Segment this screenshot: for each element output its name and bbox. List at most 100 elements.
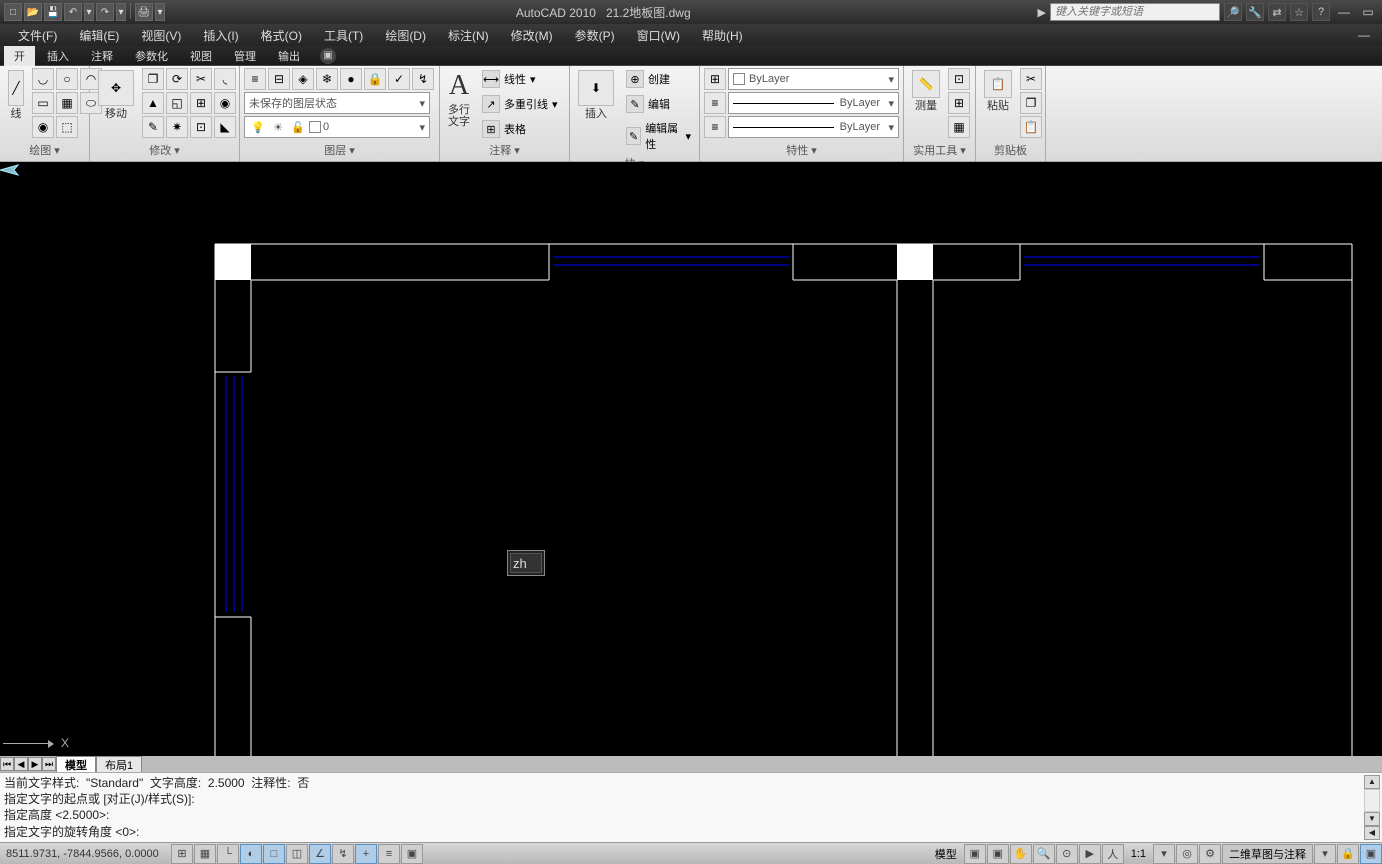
menu-tools[interactable]: 工具(T)	[314, 25, 373, 46]
layer-prop-icon[interactable]: ≡	[244, 68, 266, 90]
save-icon[interactable]: 💾	[44, 3, 62, 21]
panel-utilities-title[interactable]: 实用工具 ▾	[908, 141, 971, 159]
tab-scroll-first-icon[interactable]: ⏮	[0, 757, 14, 771]
workspace-dropdown-icon[interactable]: ▾	[1314, 844, 1336, 864]
menu-window[interactable]: 窗口(W)	[627, 25, 690, 46]
block-edit-button[interactable]: ✎编辑	[622, 93, 695, 115]
menu-format[interactable]: 格式(O)	[251, 25, 312, 46]
calc-icon[interactable]: ▦	[948, 116, 970, 138]
print-icon[interactable]: 🖨	[135, 3, 153, 21]
steering-wheel-icon[interactable]: ⊙	[1056, 844, 1078, 864]
mirror-icon[interactable]: ▲	[142, 92, 164, 114]
layer-lock-icon[interactable]: 🔒	[364, 68, 386, 90]
new-file-icon[interactable]: □	[4, 3, 22, 21]
menu-help[interactable]: 帮助(H)	[692, 25, 753, 46]
trim-icon[interactable]: ✂	[190, 68, 212, 90]
linear-dim-button[interactable]: ⟷线性 ▾	[478, 68, 562, 90]
qp-icon[interactable]: ▣	[401, 844, 423, 864]
panel-layers-title[interactable]: 图层 ▾	[244, 141, 435, 159]
annoautoscale-icon[interactable]: ⚙	[1199, 844, 1221, 864]
redo-icon[interactable]: ↷	[96, 3, 114, 21]
clean-screen-icon[interactable]: ▣	[1360, 844, 1382, 864]
drawing-area[interactable]: X	[0, 162, 1382, 756]
menu-dim[interactable]: 标注(N)	[438, 25, 499, 46]
layer-off-icon[interactable]: ●	[340, 68, 362, 90]
array-icon[interactable]: ⊞	[190, 92, 212, 114]
layer-match-icon[interactable]: ↯	[412, 68, 434, 90]
lineweight-icon[interactable]: ≡	[704, 92, 726, 114]
qat-customize-icon[interactable]: ▾	[155, 3, 165, 21]
lwt-icon[interactable]: ≡	[378, 844, 400, 864]
select-all-icon[interactable]: ⊡	[948, 68, 970, 90]
erase-icon[interactable]: ✎	[142, 116, 164, 138]
dyn-icon[interactable]: +	[355, 844, 377, 864]
menu-edit[interactable]: 编辑(E)	[69, 25, 129, 46]
layer-make-current-icon[interactable]: ✓	[388, 68, 410, 90]
rotate-icon[interactable]: ⟳	[166, 68, 188, 90]
ribbon-tab-insert[interactable]: 插入	[37, 46, 79, 66]
menu-modify[interactable]: 修改(M)	[501, 25, 563, 46]
scroll-up-icon[interactable]: ▲	[1364, 775, 1380, 789]
scroll-track[interactable]	[1364, 789, 1380, 812]
tab-scroll-prev-icon[interactable]: ◀	[14, 757, 28, 771]
search-input[interactable]	[1050, 3, 1220, 21]
panel-modify-title[interactable]: 修改 ▾	[94, 141, 235, 159]
fillet-icon[interactable]: ◟	[214, 68, 236, 90]
table-button[interactable]: ⊞表格	[478, 118, 562, 140]
hatch-icon[interactable]: ▦	[56, 92, 78, 114]
minimize-button[interactable]: —	[1334, 3, 1354, 21]
stretch-icon[interactable]: ⊡	[190, 116, 212, 138]
cut-icon[interactable]: ✂	[1020, 68, 1042, 90]
quickview-layouts-icon[interactable]: ▣	[964, 844, 986, 864]
open-file-icon[interactable]: 📂	[24, 3, 42, 21]
match-props-icon[interactable]: ⊞	[704, 68, 726, 90]
menu-draw[interactable]: 绘图(D)	[375, 25, 436, 46]
layer-states-icon[interactable]: ⊟	[268, 68, 290, 90]
menu-view[interactable]: 视图(V)	[131, 25, 191, 46]
otrack-icon[interactable]: ∠	[309, 844, 331, 864]
panel-draw-title[interactable]: 绘图 ▾	[4, 141, 85, 159]
snap-mode-icon[interactable]: ⊞	[171, 844, 193, 864]
quick-select-icon[interactable]: ⊞	[948, 92, 970, 114]
ribbon-help-icon[interactable]: ▣	[320, 48, 336, 64]
menu-param[interactable]: 参数(P)	[565, 25, 625, 46]
undo-icon[interactable]: ↶	[64, 3, 82, 21]
mtext-button[interactable]: A 多行 文字	[444, 68, 474, 130]
annovisibility-icon[interactable]: ◎	[1176, 844, 1198, 864]
circle-icon[interactable]: ○	[56, 68, 78, 90]
tab-layout1[interactable]: 布局1	[96, 756, 142, 773]
menu-file[interactable]: 文件(F)	[8, 25, 67, 46]
copy-clip-icon[interactable]: ❐	[1020, 92, 1042, 114]
osnap-icon[interactable]: □	[263, 844, 285, 864]
wrench-icon[interactable]: 🔧	[1246, 3, 1264, 21]
copy-icon[interactable]: ❐	[142, 68, 164, 90]
insert-block-button[interactable]: ⬇ 插入	[574, 68, 618, 122]
toolbar-lock-icon[interactable]: 🔒	[1337, 844, 1359, 864]
binoculars-icon[interactable]: 🔎	[1224, 3, 1242, 21]
panel-props-title[interactable]: 特性 ▾	[704, 141, 899, 159]
ribbon-tab-parametric[interactable]: 参数化	[125, 46, 178, 66]
redo-dropdown-icon[interactable]: ▾	[116, 3, 126, 21]
ducs-icon[interactable]: ↯	[332, 844, 354, 864]
tab-model[interactable]: 模型	[56, 756, 96, 773]
doc-minimize-icon[interactable]: —	[1354, 26, 1374, 44]
move-button[interactable]: ✥ 移动	[94, 68, 138, 122]
menu-insert[interactable]: 插入(I)	[193, 25, 248, 46]
ribbon-tab-annotate[interactable]: 注释	[81, 46, 123, 66]
undo-dropdown-icon[interactable]: ▾	[84, 3, 94, 21]
explode-icon[interactable]: ✷	[166, 116, 188, 138]
block-create-button[interactable]: ⊕创建	[622, 68, 695, 90]
panel-clipboard-title[interactable]: 剪贴板	[980, 141, 1041, 159]
ortho-icon[interactable]: └	[217, 844, 239, 864]
layer-iso-icon[interactable]: ◈	[292, 68, 314, 90]
ribbon-tab-manage[interactable]: 管理	[224, 46, 266, 66]
mleader-button[interactable]: ↗多重引线 ▾	[478, 93, 562, 115]
zoom-icon[interactable]: 🔍	[1033, 844, 1055, 864]
model-space-label[interactable]: 模型	[929, 846, 963, 862]
ribbon-tab-home[interactable]: 开	[4, 46, 35, 66]
scroll-down-icon[interactable]: ▼	[1364, 812, 1380, 826]
star-icon[interactable]: ☆	[1290, 3, 1308, 21]
color-combo[interactable]: ByLayer	[728, 68, 899, 90]
command-panel[interactable]: 当前文字样式: "Standard" 文字高度: 2.5000 注释性: 否 指…	[0, 772, 1382, 842]
pan-icon[interactable]: ✋	[1010, 844, 1032, 864]
